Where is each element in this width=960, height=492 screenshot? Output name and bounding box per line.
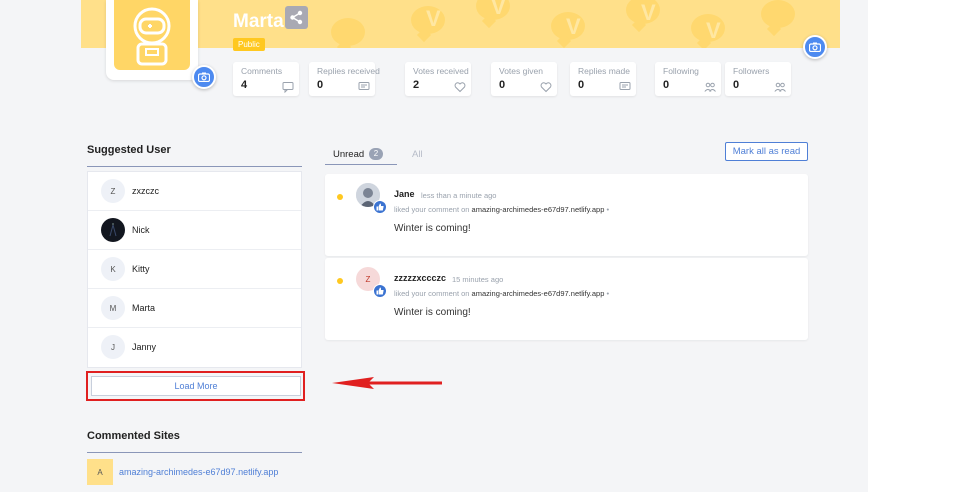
tab-unread[interactable]: Unread [333, 149, 364, 160]
page-background: V V V V V Marta Public Comments 4 Replie… [0, 0, 868, 492]
comment-icon [282, 82, 294, 93]
users-icon [704, 82, 716, 92]
comment-text: Winter is coming! [394, 307, 471, 318]
stat-votes-given[interactable]: Votes given 0 [491, 62, 557, 96]
stat-replies-received[interactable]: Replies received 0 [309, 62, 380, 96]
avatar: M [101, 296, 125, 320]
stat-label: Replies made [578, 66, 630, 76]
comment-text: Winter is coming! [394, 223, 471, 234]
change-avatar-camera-icon[interactable] [192, 65, 216, 89]
thumbs-up-icon [373, 200, 387, 214]
site-link[interactable]: amazing-archimedes-e67d97.netlify.app [119, 467, 278, 477]
action-text: liked your comment on [394, 205, 470, 214]
suggested-user-heading: Suggested User [87, 144, 171, 156]
notification-user[interactable]: Jane [394, 189, 415, 199]
astronaut-icon [114, 0, 190, 70]
unread-dot [337, 278, 343, 284]
stat-label: Following [663, 66, 699, 76]
tab-all[interactable]: All [412, 149, 423, 160]
stat-label: Votes received [413, 66, 469, 76]
stat-value: 4 [241, 79, 248, 91]
stat-value: 0 [663, 79, 670, 91]
reply-icon [358, 82, 370, 90]
section-divider [87, 452, 302, 453]
stat-label: Votes given [499, 66, 543, 76]
notification-user[interactable]: zzzzzxccczc [394, 273, 446, 283]
stat-comments[interactable]: Comments 4 [233, 62, 299, 96]
action-text: liked your comment on [394, 289, 470, 298]
change-cover-camera-icon[interactable] [803, 35, 827, 59]
section-divider [87, 166, 302, 167]
avatar: J [101, 335, 125, 359]
share-button[interactable] [285, 6, 308, 29]
stat-value: 2 [413, 79, 420, 91]
mark-all-read-button[interactable]: Mark all as read [725, 142, 808, 161]
notification-item[interactable]: Z zzzzzxccczc 15 minutes ago liked your … [325, 258, 808, 340]
suggested-user-list: Z zxzczc Nick K Kitty M Marta J Janny [87, 171, 302, 368]
stat-value: 0 [733, 79, 740, 91]
notification-time: less than a minute ago [421, 191, 497, 200]
stat-label: Replies received [317, 66, 380, 76]
unread-count-badge: 2 [369, 148, 383, 160]
stat-value: 0 [317, 79, 324, 91]
empty-margin [868, 0, 960, 492]
list-item[interactable]: K Kitty [88, 250, 301, 289]
notification-action: liked your comment on amazing-archimedes… [394, 289, 610, 298]
site-icon: A [87, 459, 113, 485]
profile-username: Marta [233, 11, 284, 32]
active-tab-indicator [325, 164, 397, 165]
avatar [101, 218, 125, 242]
thumbs-up-icon [373, 284, 387, 298]
users-icon [774, 82, 786, 92]
visibility-badge: Public [233, 38, 265, 51]
list-item[interactable]: Nick [88, 211, 301, 250]
avatar: K [101, 257, 125, 281]
user-name: Kitty [132, 264, 150, 274]
user-name: zxzczc [132, 186, 159, 196]
stat-votes-received[interactable]: Votes received 2 [405, 62, 471, 96]
user-name: Janny [132, 342, 157, 352]
site-link[interactable]: amazing-archimedes-e67d97.netlify.app [472, 289, 605, 298]
stat-replies-made[interactable]: Replies made 0 [570, 62, 636, 96]
stat-following[interactable]: Following 0 [655, 62, 721, 96]
list-item[interactable]: Z zxzczc [88, 172, 301, 211]
annotation-arrow [332, 377, 442, 389]
stat-followers[interactable]: Followers 0 [725, 62, 791, 96]
avatar: Z [101, 179, 125, 203]
stat-value: 0 [499, 79, 506, 91]
heart-icon [454, 82, 466, 93]
stat-value: 0 [578, 79, 585, 91]
notification-action: liked your comment on amazing-archimedes… [394, 205, 610, 214]
unread-dot [337, 194, 343, 200]
share-icon [290, 10, 303, 25]
stat-label: Comments [241, 66, 283, 76]
notification-time: 15 minutes ago [452, 275, 504, 284]
load-more-highlight: Load More [86, 371, 305, 401]
stat-label: Followers [733, 66, 770, 76]
list-item[interactable]: M Marta [88, 289, 301, 328]
notification-item[interactable]: Jane less than a minute ago liked your c… [325, 174, 808, 256]
heart-icon [540, 82, 552, 93]
site-link[interactable]: amazing-archimedes-e67d97.netlify.app [472, 205, 605, 214]
load-more-button[interactable]: Load More [91, 376, 301, 396]
list-item[interactable]: J Janny [88, 328, 301, 367]
reply-icon [619, 82, 631, 90]
commented-sites-heading: Commented Sites [87, 430, 180, 442]
user-name: Nick [132, 225, 150, 235]
profile-avatar [106, 0, 198, 80]
user-name: Marta [132, 303, 156, 313]
